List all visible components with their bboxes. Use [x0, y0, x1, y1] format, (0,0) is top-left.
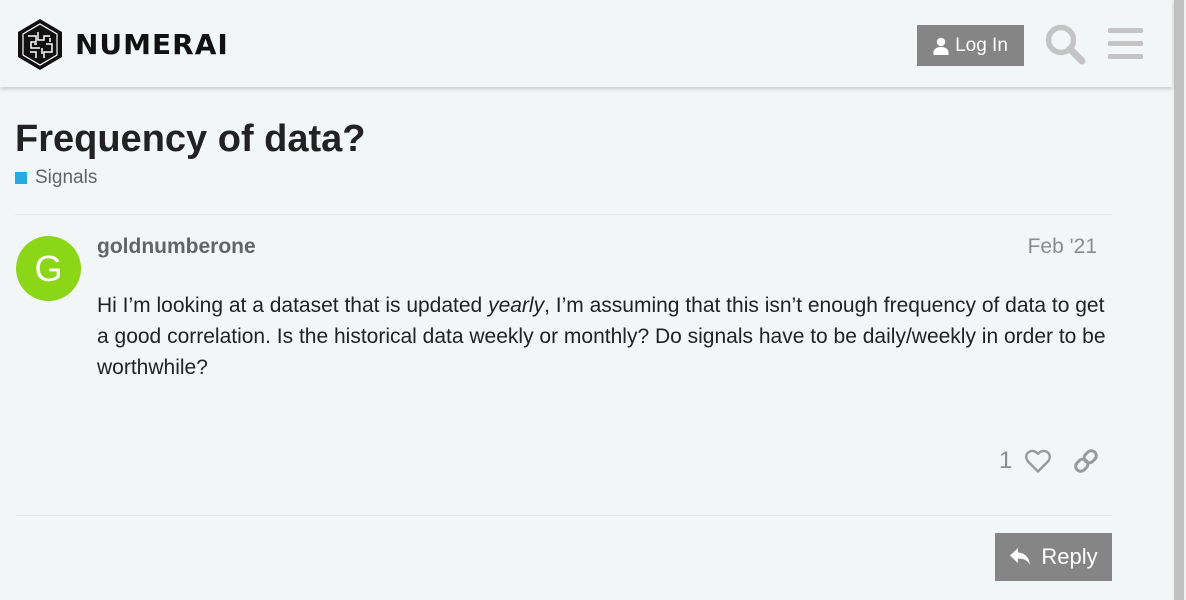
- login-label: Log In: [955, 34, 1008, 56]
- topic-divider: [15, 214, 1112, 215]
- topic-title[interactable]: Frequency of data?: [15, 118, 366, 161]
- hamburger-menu-icon: [1108, 28, 1143, 59]
- login-button[interactable]: Log In: [917, 25, 1024, 66]
- category-color-swatch: [15, 172, 27, 184]
- site-header: NUMERAI Log In: [0, 0, 1172, 87]
- reply-icon: [1010, 548, 1031, 565]
- link-icon: [1074, 449, 1098, 473]
- numerai-logo-icon: [18, 19, 62, 70]
- category-badge[interactable]: Signals: [15, 167, 97, 189]
- category-label: Signals: [35, 167, 98, 188]
- share-link-button[interactable]: [1072, 447, 1100, 475]
- like-button[interactable]: [1024, 447, 1052, 475]
- hamburger-menu-button[interactable]: [1107, 25, 1145, 63]
- search-button[interactable]: [1043, 22, 1087, 66]
- reply-button[interactable]: Reply: [995, 533, 1112, 581]
- search-icon: [1045, 24, 1086, 65]
- post-divider: [15, 515, 1112, 516]
- heart-icon: [1025, 449, 1051, 473]
- avatar[interactable]: G: [16, 236, 81, 301]
- like-count[interactable]: 1: [999, 447, 1012, 475]
- user-icon: [933, 37, 949, 55]
- post-body-emphasis: yearly: [488, 294, 545, 317]
- numerai-logo[interactable]: NUMERAI: [16, 18, 229, 71]
- post-date[interactable]: Feb '21: [1028, 235, 1097, 259]
- scrollbar-thumb[interactable]: [1174, 0, 1184, 600]
- post-body: Hi I’m looking at a dataset that is upda…: [97, 290, 1107, 383]
- post-username[interactable]: goldnumberone: [97, 235, 256, 259]
- post-body-text-1: Hi I’m looking at a dataset that is upda…: [97, 294, 489, 317]
- avatar-letter: G: [34, 247, 63, 289]
- brand-name: NUMERAI: [75, 28, 229, 61]
- reply-label: Reply: [1041, 544, 1098, 569]
